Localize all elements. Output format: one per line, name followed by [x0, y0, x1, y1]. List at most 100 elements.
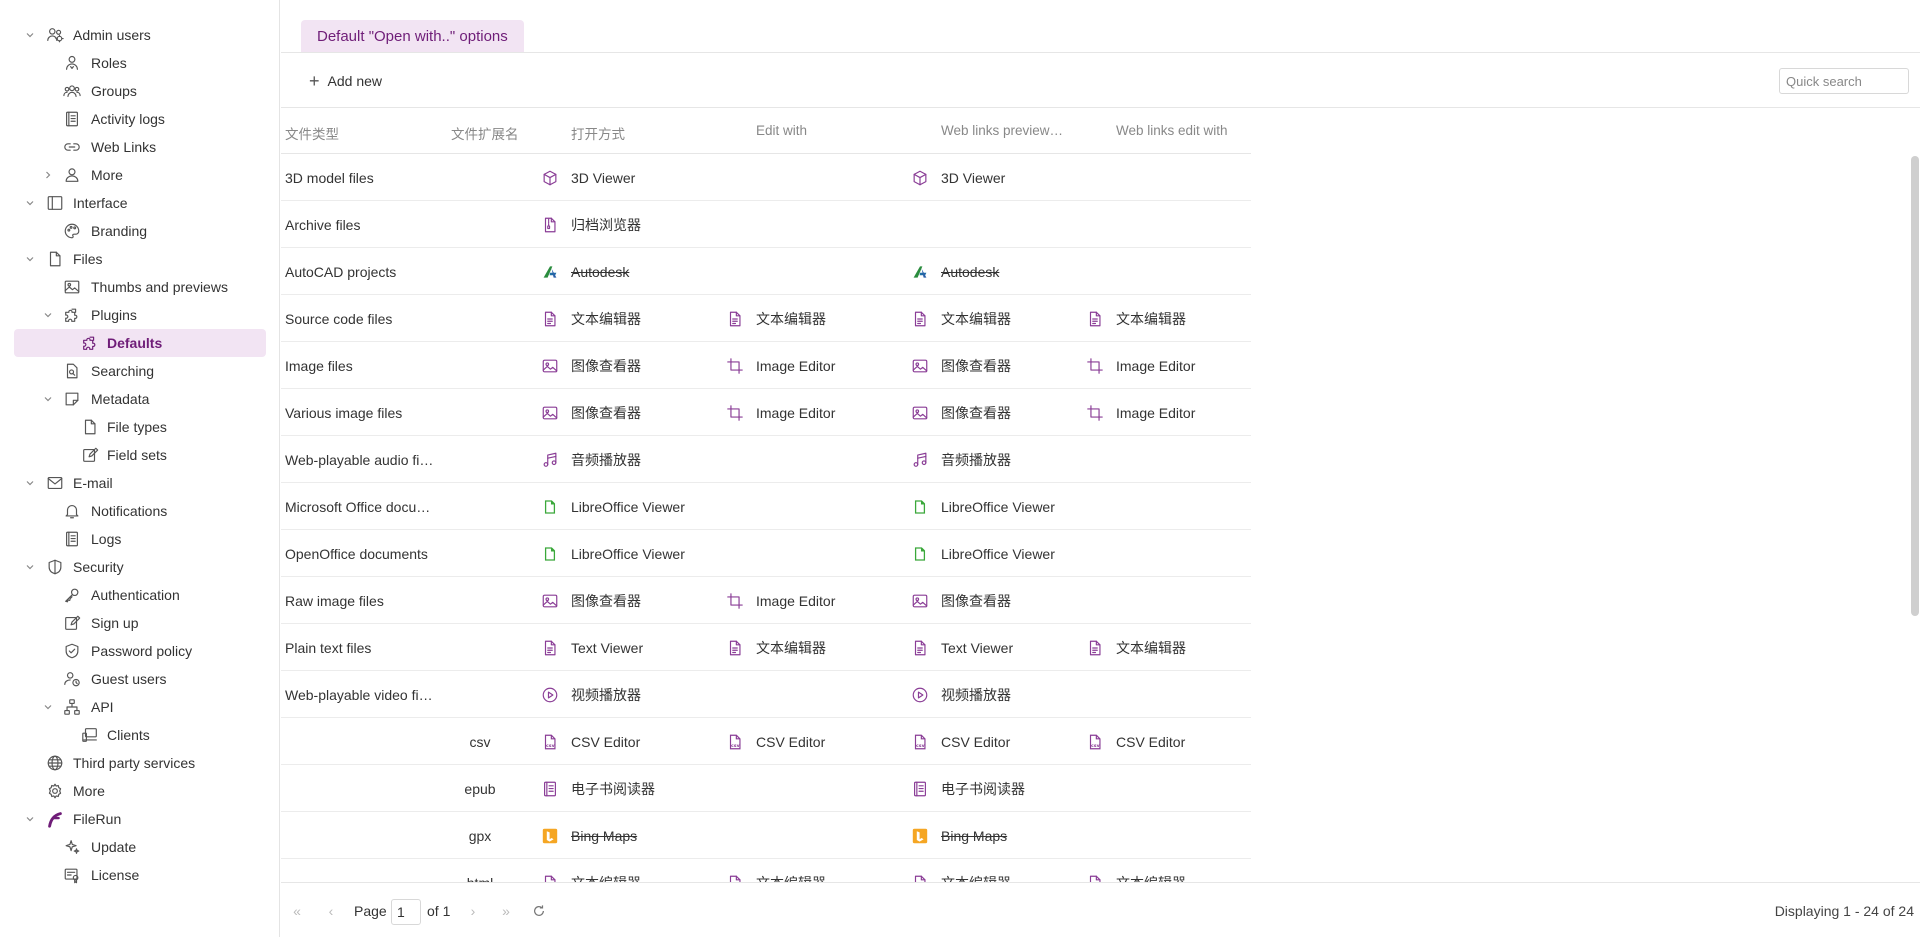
cell-web-preview[interactable]: Text Viewer — [910, 624, 1090, 671]
cell-edit-with[interactable] — [725, 154, 905, 201]
sidebar-item-logs[interactable]: Logs — [14, 525, 266, 553]
table-row[interactable]: Archive files 归档浏览器 — [281, 201, 1251, 248]
sidebar-item-admin-users[interactable]: Admin users — [14, 21, 266, 49]
sidebar-item-e-mail[interactable]: E-mail — [14, 469, 266, 497]
cell-web-preview[interactable]: Autodesk — [910, 248, 1090, 295]
cell-web-preview[interactable]: LibreOffice Viewer — [910, 530, 1090, 577]
column-header-open-with[interactable]: 打开方式 — [571, 123, 741, 143]
sidebar-item-interface[interactable]: Interface — [14, 189, 266, 217]
cell-web-preview[interactable]: 电子书阅读器 — [910, 765, 1090, 812]
cell-edit-with[interactable]: Image Editor — [725, 342, 905, 389]
sidebar-item-activity-logs[interactable]: Activity logs — [14, 105, 266, 133]
sidebar-item-roles[interactable]: Roles — [14, 49, 266, 77]
cell-open-with[interactable]: 视频播放器 — [540, 671, 720, 718]
cell-open-with[interactable]: 图像查看器 — [540, 389, 720, 436]
table-row[interactable]: Web-playable audio fi… 音频播放器 音频播放器 — [281, 436, 1251, 483]
sidebar-item-thumbs-and-previews[interactable]: Thumbs and previews — [14, 273, 266, 301]
grid-scrollbar[interactable] — [1911, 156, 1919, 616]
chevron-down-icon[interactable] — [24, 477, 36, 489]
cell-web-edit[interactable]: Image Editor — [1085, 389, 1250, 436]
refresh-icon[interactable] — [529, 901, 549, 921]
cell-web-edit[interactable]: 文本编辑器 — [1085, 624, 1250, 671]
cell-web-preview[interactable] — [910, 201, 1090, 248]
sidebar-item-file-types[interactable]: File types — [14, 413, 266, 441]
sidebar-item-notifications[interactable]: Notifications — [14, 497, 266, 525]
cell-web-preview[interactable]: LibreOffice Viewer — [910, 483, 1090, 530]
prev-page-icon[interactable]: ‹ — [321, 901, 341, 921]
add-new-button[interactable]: + Add new — [309, 68, 382, 94]
table-row[interactable]: csv csv CSV Editor csv CSV Editor csv CSV Edit… — [281, 718, 1251, 765]
table-row[interactable]: AutoCAD projects Autodesk Autodesk — [281, 248, 1251, 295]
sidebar-item-api[interactable]: API — [14, 693, 266, 721]
cell-open-with[interactable]: Bing Maps — [540, 812, 720, 859]
sidebar-item-metadata[interactable]: Metadata — [14, 385, 266, 413]
table-row[interactable]: OpenOffice documents LibreOffice Viewer Li… — [281, 530, 1251, 577]
cell-edit-with[interactable]: Image Editor — [725, 577, 905, 624]
table-row[interactable]: Plain text files Text Viewer 文本编辑器 Text Vie… — [281, 624, 1251, 671]
cell-web-edit[interactable]: csv CSV Editor — [1085, 718, 1250, 765]
cell-open-with[interactable]: 电子书阅读器 — [540, 765, 720, 812]
sidebar-item-filerun[interactable]: FileRun — [14, 805, 266, 833]
cell-open-with[interactable]: 图像查看器 — [540, 577, 720, 624]
page-number-input[interactable] — [391, 899, 421, 925]
column-header-web-links-edit[interactable]: Web links edit with — [1116, 123, 1251, 138]
cell-edit-with[interactable] — [725, 812, 905, 859]
cell-open-with[interactable]: Text Viewer — [540, 624, 720, 671]
cell-edit-with[interactable] — [725, 765, 905, 812]
table-row[interactable]: Raw image files 图像查看器 Image Editor 图像查看器 — [281, 577, 1251, 624]
cell-web-edit[interactable] — [1085, 765, 1250, 812]
last-page-icon[interactable]: » — [496, 901, 516, 921]
table-row[interactable]: html 文本编辑器 文本编辑器 文本编辑器 文本编辑器 — [281, 859, 1251, 882]
sidebar-item-update[interactable]: Update — [14, 833, 266, 861]
cell-web-edit[interactable] — [1085, 436, 1250, 483]
cell-web-preview[interactable]: 图像查看器 — [910, 389, 1090, 436]
sidebar-item-sign-up[interactable]: Sign up — [14, 609, 266, 637]
column-header-web-links-preview[interactable]: Web links preview… — [941, 123, 1076, 138]
cell-web-edit[interactable] — [1085, 671, 1250, 718]
column-header-edit-with[interactable]: Edit with — [756, 123, 926, 138]
cell-edit-with[interactable] — [725, 248, 905, 295]
chevron-right-icon[interactable] — [42, 169, 54, 181]
sidebar-item-more-5[interactable]: More — [14, 161, 266, 189]
cell-web-edit[interactable] — [1085, 577, 1250, 624]
cell-web-edit[interactable] — [1085, 248, 1250, 295]
cell-web-edit[interactable] — [1085, 154, 1250, 201]
next-page-icon[interactable]: › — [463, 901, 483, 921]
cell-open-with[interactable]: 图像查看器 — [540, 342, 720, 389]
cell-web-edit[interactable] — [1085, 530, 1250, 577]
quick-search-input[interactable] — [1779, 68, 1909, 94]
cell-web-edit[interactable] — [1085, 201, 1250, 248]
cell-edit-with[interactable]: 文本编辑器 — [725, 859, 905, 882]
sidebar-item-security[interactable]: Security — [14, 553, 266, 581]
cell-web-preview[interactable]: 图像查看器 — [910, 577, 1090, 624]
cell-web-edit[interactable] — [1085, 812, 1250, 859]
chevron-down-icon[interactable] — [42, 393, 54, 405]
column-header-extension[interactable]: 文件扩展名 — [451, 123, 531, 143]
cell-edit-with[interactable]: csv CSV Editor — [725, 718, 905, 765]
cell-open-with[interactable]: Autodesk — [540, 248, 720, 295]
cell-web-preview[interactable]: 文本编辑器 — [910, 859, 1090, 882]
cell-open-with[interactable]: 文本编辑器 — [540, 295, 720, 342]
table-row[interactable]: Source code files 文本编辑器 文本编辑器 文本编辑器 文本编辑器 — [281, 295, 1251, 342]
sidebar-item-license[interactable]: License — [14, 861, 266, 889]
cell-web-preview[interactable]: Bing Maps — [910, 812, 1090, 859]
chevron-down-icon[interactable] — [24, 253, 36, 265]
chevron-down-icon[interactable] — [42, 701, 54, 713]
chevron-down-icon[interactable] — [24, 813, 36, 825]
sidebar-item-files[interactable]: Files — [14, 245, 266, 273]
table-row[interactable]: Image files 图像查看器 Image Editor 图像查看器 Image E… — [281, 342, 1251, 389]
cell-web-preview[interactable]: csv CSV Editor — [910, 718, 1090, 765]
sidebar-item-searching[interactable]: Searching — [14, 357, 266, 385]
cell-open-with[interactable]: LibreOffice Viewer — [540, 530, 720, 577]
sidebar-item-plugins[interactable]: Plugins — [14, 301, 266, 329]
table-row[interactable]: gpx Bing Maps Bing Maps — [281, 812, 1251, 859]
sidebar-item-more-27[interactable]: More — [14, 777, 266, 805]
table-row[interactable]: 3D model files 3D Viewer 3D Viewer — [281, 154, 1251, 201]
cell-edit-with[interactable]: 文本编辑器 — [725, 295, 905, 342]
cell-edit-with[interactable] — [725, 436, 905, 483]
column-header-file-type[interactable]: 文件类型 — [285, 123, 435, 143]
cell-open-with[interactable]: LibreOffice Viewer — [540, 483, 720, 530]
sidebar-item-groups[interactable]: Groups — [14, 77, 266, 105]
cell-open-with[interactable]: 3D Viewer — [540, 154, 720, 201]
sidebar-item-web-links[interactable]: Web Links — [14, 133, 266, 161]
